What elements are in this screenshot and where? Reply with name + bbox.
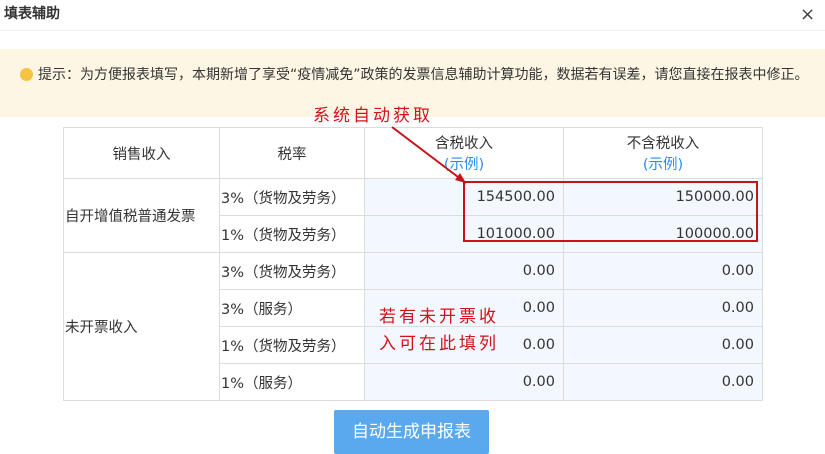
annotation-arrow <box>391 126 467 184</box>
generate-report-button[interactable]: 自动生成申报表 <box>334 410 489 454</box>
annotation-auto-fetch: 系统自动获取 <box>313 106 433 126</box>
annotation-fill-hint-line1: 若有未开票收 <box>379 307 499 327</box>
annotation-fill-hint-line2: 入可在此填列 <box>379 334 499 354</box>
